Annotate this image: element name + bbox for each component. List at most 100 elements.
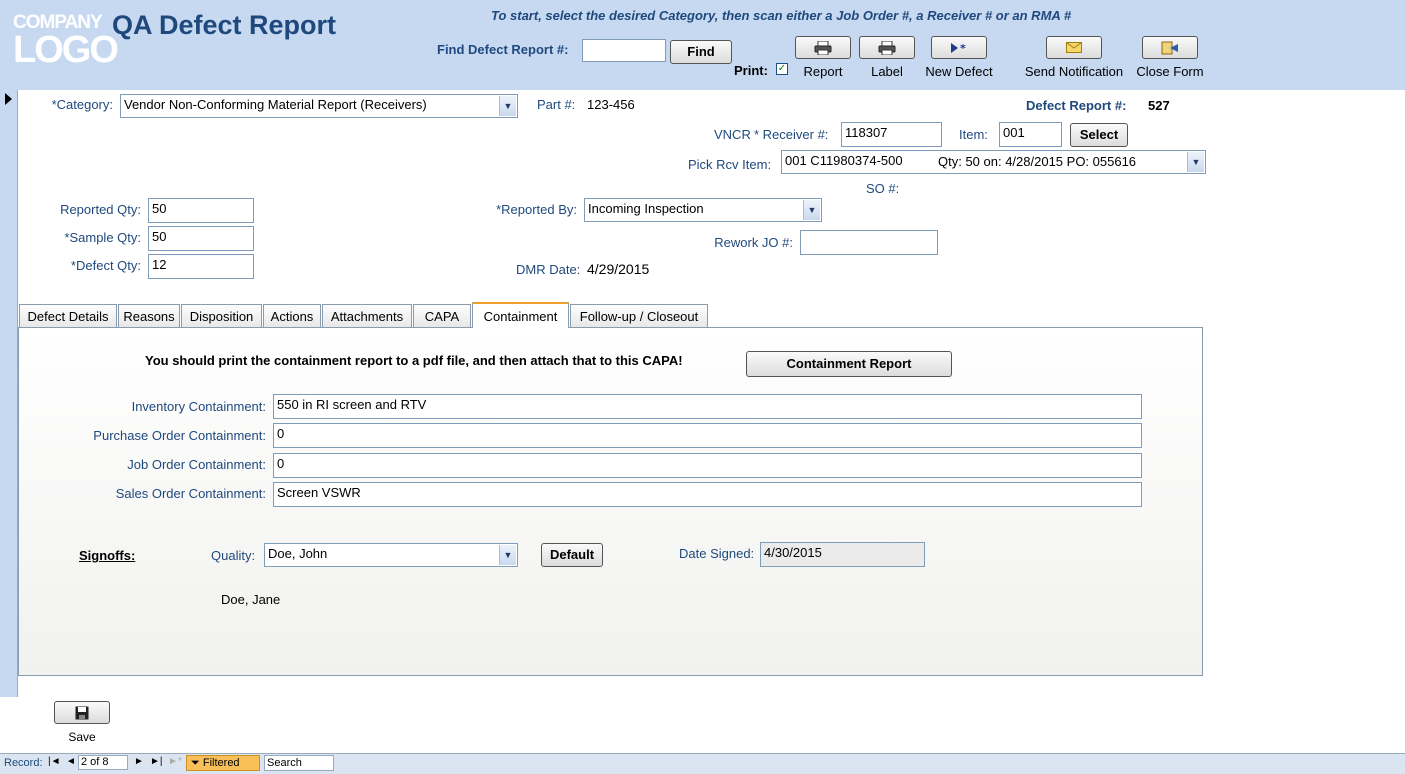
receiver-input[interactable]: 118307 — [841, 122, 942, 147]
find-defect-label: Find Defect Report #: — [437, 42, 569, 57]
defect-report-label: Defect Report #: — [1026, 98, 1127, 113]
sales-order-containment-input[interactable]: Screen VSWR — [273, 482, 1142, 507]
signoffs-label: Signoffs: — [79, 548, 136, 563]
job-order-containment-label: Job Order Containment: — [127, 457, 266, 472]
record-label: Record: — [4, 757, 43, 769]
send-notification-button-label: Send Notification — [1024, 64, 1124, 79]
find-button[interactable]: Find — [670, 40, 732, 64]
close-form-icon — [1161, 41, 1178, 54]
category-label: *Category: — [51, 97, 113, 112]
pick-rcv-item-value: 001 C11980374-500 — [785, 153, 903, 168]
pick-rcv-item-detail: Qty: 50 on: 4/28/2015 PO: 055616 — [938, 154, 1137, 169]
svg-text:*: * — [960, 42, 966, 54]
close-form-button-label: Close Form — [1136, 64, 1204, 79]
printer-icon — [878, 40, 896, 55]
reported-by-dropdown[interactable]: Incoming Inspection ▼ — [584, 198, 822, 222]
category-dropdown[interactable]: Vendor Non-Conforming Material Report (R… — [120, 94, 518, 118]
quality-signer-value: Doe, John — [268, 546, 328, 561]
tab-attachments[interactable]: Attachments — [322, 304, 412, 327]
sample-qty-label: *Sample Qty: — [64, 230, 141, 245]
rework-jo-label: Rework JO #: — [714, 235, 793, 250]
quality-signer-dropdown[interactable]: Doe, John ▼ — [264, 543, 518, 567]
dmr-date-label: DMR Date: — [516, 262, 581, 277]
instruction-text: To start, select the desired Category, t… — [491, 8, 1072, 23]
print-label: Print: — [734, 63, 768, 78]
part-label: Part #: — [537, 97, 576, 112]
printer-icon — [814, 40, 832, 55]
record-selector[interactable] — [0, 90, 18, 697]
tab-reasons[interactable]: Reasons — [118, 304, 180, 327]
select-button[interactable]: Select — [1070, 123, 1128, 147]
sample-qty-input[interactable]: 50 — [148, 226, 254, 251]
tab-actions[interactable]: Actions — [263, 304, 321, 327]
default-button[interactable]: Default — [541, 543, 603, 567]
print-checkbox[interactable]: ✓ — [776, 63, 788, 75]
envelope-icon — [1066, 42, 1082, 53]
sales-order-containment-label: Sales Order Containment: — [115, 486, 266, 501]
tab-follow-up-closeout[interactable]: Follow-up / Closeout — [570, 304, 708, 327]
company-logo-line2: LOGO — [13, 29, 119, 71]
pick-rcv-item-label: Pick Rcv Item: — [688, 157, 772, 172]
chevron-down-icon[interactable]: ▼ — [499, 96, 516, 116]
date-signed-label: Date Signed: — [679, 546, 755, 561]
first-record-icon[interactable]: |◄ — [48, 756, 61, 767]
reported-qty-input[interactable]: 50 — [148, 198, 254, 223]
dmr-date-value: 4/29/2015 — [587, 261, 650, 277]
last-record-icon[interactable]: ►| — [150, 756, 163, 767]
receiver-label: * Receiver #: — [754, 127, 829, 142]
new-record-icon: * — [951, 42, 966, 54]
inventory-containment-label: Inventory Containment: — [131, 399, 266, 414]
send-notification-button[interactable] — [1046, 36, 1102, 59]
new-defect-button-label: New Defect — [925, 64, 993, 79]
pick-rcv-item-dropdown[interactable]: 001 C11980374-500 Qty: 50 on: 4/28/2015 … — [781, 150, 1206, 174]
chevron-down-icon[interactable]: ▼ — [1187, 152, 1204, 172]
search-input[interactable]: Search — [264, 755, 334, 771]
category-value: Vendor Non-Conforming Material Report (R… — [124, 97, 427, 112]
containment-note: You should print the containment report … — [145, 353, 683, 368]
rework-jo-input[interactable] — [800, 230, 938, 255]
new-defect-button[interactable]: * — [931, 36, 987, 59]
previous-record-icon[interactable]: ◄ — [66, 756, 76, 767]
page-title: QA Defect Report — [112, 10, 337, 40]
chevron-down-icon[interactable]: ▼ — [499, 545, 516, 565]
tab-disposition[interactable]: Disposition — [181, 304, 262, 327]
purchase-order-containment-label: Purchase Order Containment: — [93, 428, 266, 443]
new-record-icon[interactable]: ►* — [168, 756, 182, 767]
job-order-containment-input[interactable]: 0 — [273, 453, 1142, 478]
filtered-label: Filtered — [202, 757, 240, 769]
part-value: 123-456 — [587, 97, 635, 112]
inventory-containment-input[interactable]: 550 in RI screen and RTV — [273, 394, 1142, 419]
chevron-down-icon[interactable]: ▼ — [803, 200, 820, 220]
secondary-signer: Doe, Jane — [221, 592, 281, 607]
save-button-label: Save — [68, 730, 96, 744]
next-record-icon[interactable]: ► — [134, 756, 144, 767]
tab-defect-details[interactable]: Defect Details — [19, 304, 117, 327]
filtered-indicator[interactable]: ⏷ Filtered — [186, 755, 260, 771]
report-button-label: Report — [803, 64, 843, 79]
label-button[interactable] — [859, 36, 915, 59]
current-record-arrow-icon — [5, 93, 12, 105]
quality-label: Quality: — [211, 548, 256, 563]
reported-by-value: Incoming Inspection — [588, 201, 704, 216]
date-signed-field: 4/30/2015 — [760, 542, 925, 567]
label-button-label: Label — [871, 64, 903, 79]
purchase-order-containment-input[interactable]: 0 — [273, 423, 1142, 448]
so-label: SO #: — [866, 181, 900, 196]
item-label: Item: — [959, 127, 988, 142]
vncr-label: VNCR — [714, 127, 751, 142]
filter-icon: ⏷ — [191, 757, 200, 769]
reported-qty-label: Reported Qty: — [60, 202, 141, 217]
find-defect-input[interactable] — [582, 39, 666, 62]
defect-qty-input[interactable]: 12 — [148, 254, 254, 279]
item-input[interactable]: 001 — [999, 122, 1062, 147]
tab-capa[interactable]: CAPA — [413, 304, 471, 327]
close-form-button[interactable] — [1142, 36, 1198, 59]
save-button[interactable] — [54, 701, 110, 724]
tab-containment[interactable]: Containment — [472, 302, 569, 328]
defect-qty-label: *Defect Qty: — [70, 258, 141, 273]
report-button[interactable] — [795, 36, 851, 59]
record-navigation-bar: Record: |◄ ◄ 2 of 8 ► ►| ►* ⏷ Filtered S… — [0, 753, 1405, 774]
record-number-input[interactable]: 2 of 8 — [78, 755, 128, 770]
defect-report-number: 527 — [1148, 98, 1170, 113]
containment-report-button[interactable]: Containment Report — [746, 351, 952, 377]
